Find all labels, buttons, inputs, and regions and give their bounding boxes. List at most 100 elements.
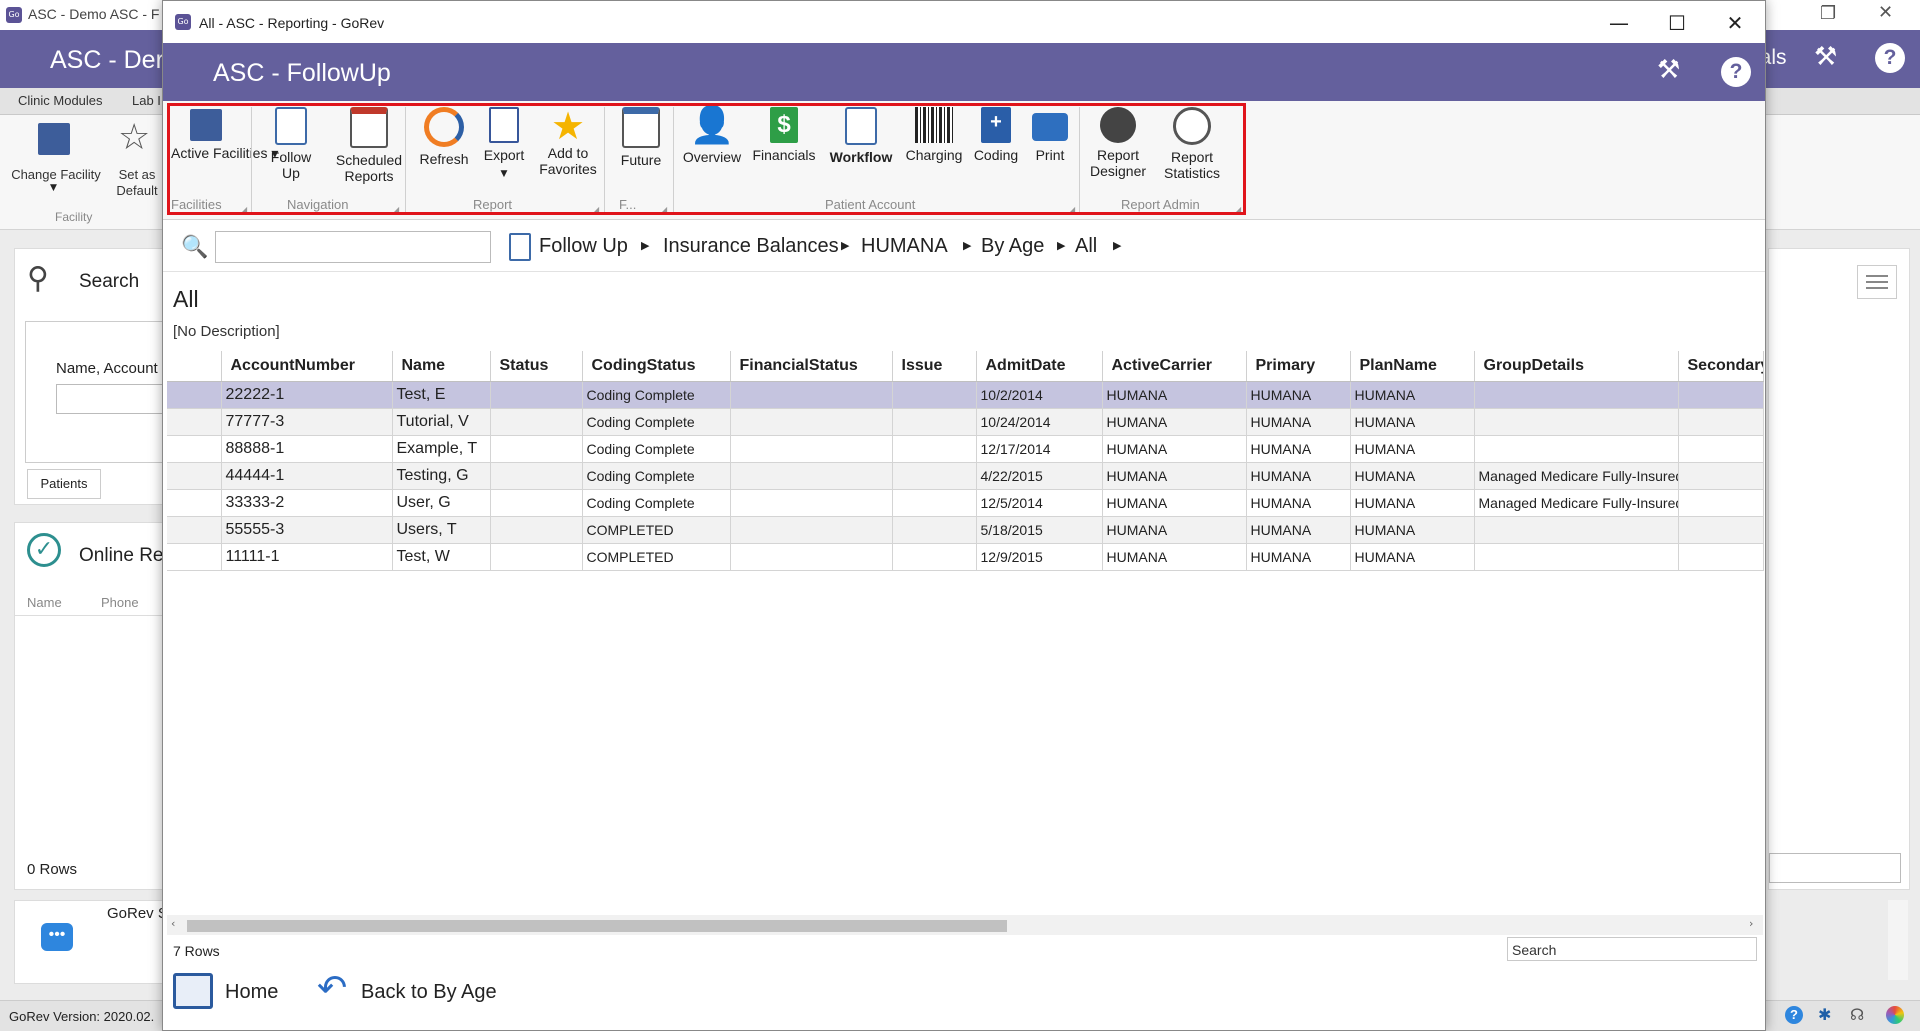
search-icon: ⚲ (27, 261, 49, 296)
gorev-logo-icon: Go (6, 7, 22, 23)
table-row[interactable]: 88888-1 Example, T Coding Complete 12/17/20… (167, 435, 1764, 463)
tab-lab[interactable]: Lab I (132, 93, 161, 108)
column-header-status[interactable]: Status (490, 351, 583, 382)
table-row[interactable]: 55555-3 Users, T COMPLETED 5/18/2015 HUMANA H… (167, 516, 1764, 544)
search-input[interactable] (215, 231, 491, 263)
table-cell: 11111-1 (221, 543, 393, 571)
table-cell (1474, 408, 1679, 436)
column-header-admit-date[interactable]: AdmitDate (976, 351, 1103, 382)
column-header-active-carrier[interactable]: ActiveCarrier (1102, 351, 1247, 382)
row-selector[interactable] (167, 381, 222, 409)
table-cell (892, 489, 977, 517)
color-wheel-icon[interactable] (1886, 1006, 1904, 1024)
right-panel-input[interactable] (1769, 853, 1901, 883)
scrollbar-thumb[interactable] (187, 920, 1007, 932)
column-header-issue[interactable]: Issue (892, 351, 977, 382)
restore-icon[interactable]: ❐ (1820, 3, 1836, 24)
table-cell: HUMANA (1350, 381, 1475, 409)
grid-header-row: AccountNumber Name Status CodingStatus F… (167, 351, 1764, 382)
table-cell (892, 408, 977, 436)
scroll-left-icon[interactable]: ‹ (171, 917, 175, 930)
table-cell (892, 516, 977, 544)
column-header-financial-status[interactable]: FinancialStatus (730, 351, 893, 382)
row-selector[interactable] (167, 462, 222, 490)
right-scrollbar[interactable] (1888, 900, 1908, 980)
breadcrumb-all[interactable]: All (1075, 235, 1097, 258)
breadcrumb-humana[interactable]: HUMANA (861, 235, 948, 258)
close-button[interactable]: ✕ (1709, 9, 1761, 37)
bug-icon[interactable]: ✱ (1818, 1005, 1831, 1024)
table-cell: HUMANA (1350, 462, 1475, 490)
table-cell: 5/18/2015 (976, 516, 1103, 544)
table-row[interactable]: 33333-2 User, G Coding Complete 12/5/2014 HU… (167, 489, 1764, 517)
table-cell (730, 408, 893, 436)
grid-search-input[interactable]: Search (1507, 937, 1757, 961)
table-cell: 88888-1 (221, 435, 393, 463)
table-row[interactable]: 22222-1 Test, E Coding Complete 10/2/2014 HU… (167, 381, 1764, 409)
breadcrumb-follow-up[interactable]: Follow Up (539, 235, 628, 258)
table-cell (730, 489, 893, 517)
row-selector[interactable] (167, 408, 222, 436)
tab-clinic-modules[interactable]: Clinic Modules (18, 93, 103, 108)
table-cell: HUMANA (1350, 516, 1475, 544)
table-cell (490, 381, 583, 409)
table-cell (490, 489, 583, 517)
breadcrumb-arrow-icon: ▶ (1113, 239, 1122, 252)
menu-icon[interactable] (1857, 265, 1897, 299)
name-account-input[interactable] (56, 384, 168, 414)
column-header-primary[interactable]: Primary (1246, 351, 1351, 382)
scroll-right-icon[interactable]: › (1749, 917, 1753, 930)
maximize-button[interactable]: ☐ (1651, 9, 1703, 37)
table-cell: HUMANA (1246, 381, 1351, 409)
close-icon[interactable]: ✕ (1878, 2, 1893, 23)
set-as-default-button[interactable]: Set as Default (114, 167, 160, 199)
column-header-account-number[interactable]: AccountNumber (221, 351, 393, 382)
column-header-group-details[interactable]: GroupDetails (1474, 351, 1679, 382)
breadcrumb-by-age[interactable]: By Age (981, 235, 1044, 258)
row-selector[interactable] (167, 435, 222, 463)
background-chat-panel: ••• GoRev S (14, 900, 168, 984)
help-icon[interactable]: ? (1721, 57, 1751, 87)
facility-group-label: Facility (55, 210, 93, 224)
ribbon-highlight-outline (167, 103, 1246, 215)
table-cell (730, 516, 893, 544)
table-row[interactable]: 77777-3 Tutorial, V Coding Complete 10/24/2… (167, 408, 1764, 436)
column-header-plan-name[interactable]: PlanName (1350, 351, 1475, 382)
table-cell: HUMANA (1350, 408, 1475, 436)
status-help-icon[interactable]: ? (1785, 1006, 1803, 1024)
background-online-panel: ✓ Online Re Name Phone 0 Rows (14, 522, 166, 890)
check-circle-icon: ✓ (27, 533, 61, 567)
minimize-button[interactable]: — (1593, 9, 1645, 37)
table-row[interactable]: 44444-1 Testing, G Coding Complete 4/22/201… (167, 462, 1764, 490)
horizontal-scrollbar[interactable]: ‹ › (167, 915, 1763, 935)
table-cell: Test, E (392, 381, 491, 409)
column-header-selector[interactable] (167, 351, 222, 382)
column-header-coding-status[interactable]: CodingStatus (582, 351, 731, 382)
table-cell: 10/24/2014 (976, 408, 1103, 436)
table-cell (1474, 381, 1679, 409)
table-cell: Coding Complete (582, 381, 731, 409)
online-panel-title: Online Re (79, 545, 164, 566)
tools-icon[interactable]: ⚒ (1814, 42, 1837, 72)
help-icon[interactable]: ? (1875, 43, 1905, 73)
tab-patients[interactable]: Patients (27, 469, 101, 499)
breadcrumb-arrow-icon: ▶ (1057, 239, 1066, 252)
column-header-name[interactable]: Name (392, 351, 491, 382)
row-selector[interactable] (167, 516, 222, 544)
table-cell (1678, 489, 1764, 517)
table-row[interactable]: 11111-1 Test, W COMPLETED 12/9/2015 HUMANA HU… (167, 543, 1764, 571)
chat-icon[interactable]: ••• (41, 923, 73, 951)
table-cell: User, G (392, 489, 491, 517)
row-selector[interactable] (167, 543, 222, 571)
table-cell (1474, 543, 1679, 571)
row-selector[interactable] (167, 489, 222, 517)
table-cell: Coding Complete (582, 462, 731, 490)
tools-icon[interactable]: ⚒ (1657, 55, 1680, 85)
support-icon[interactable]: ☊ (1850, 1005, 1864, 1024)
breadcrumb-insurance-balances[interactable]: Insurance Balances (663, 235, 839, 258)
table-cell (1474, 516, 1679, 544)
table-cell: 44444-1 (221, 462, 393, 490)
table-cell: HUMANA (1102, 543, 1247, 571)
change-facility-button[interactable]: Change Facility (8, 167, 104, 182)
column-header-secondary[interactable]: Secondary (1678, 351, 1764, 382)
